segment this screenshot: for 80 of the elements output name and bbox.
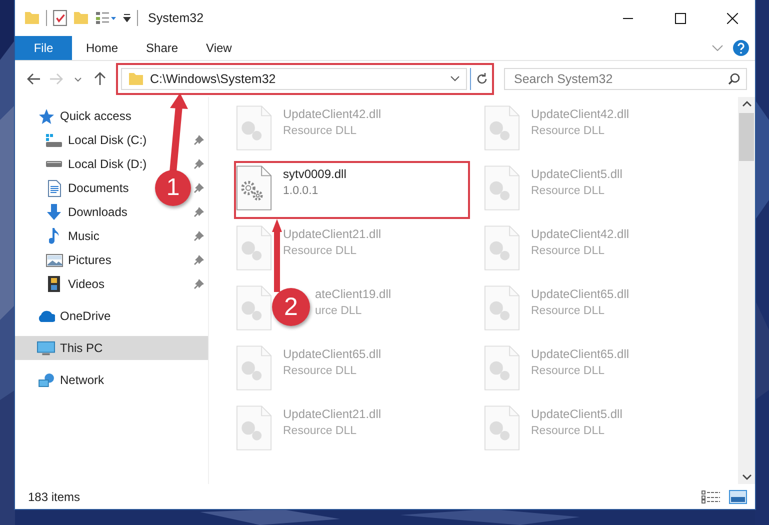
pin-icon[interactable] [194,279,204,289]
file-detail: Resource DLL [531,125,606,137]
nav-item[interactable]: Network [37,373,104,387]
nav-item[interactable]: Local Disk (C:) [45,133,147,147]
nav-item[interactable]: This PC [15,336,208,360]
folder-icon [128,72,144,86]
ribbon-tab[interactable]: Share [132,36,192,60]
document-icon [48,180,60,196]
nav-item[interactable]: Downloads [45,204,128,220]
drive-icon [46,161,62,167]
star-icon [38,108,54,124]
pin-icon[interactable] [194,207,204,217]
file-detail: Resource DLL [531,185,606,197]
chevron-down-icon [74,76,82,82]
file-detail: Resource DLL [283,365,358,377]
refresh-icon [476,73,488,85]
cloud-icon [37,310,55,322]
address-field[interactable]: C:\Windows\System32 [121,68,467,90]
file-icon [484,345,520,391]
window-title: System32 [148,11,205,25]
file-detail: Resource DLL [531,305,606,317]
file-name[interactable]: sytv0009.dll [283,167,346,181]
pin-icon[interactable] [194,231,204,241]
file-icon [484,285,520,331]
file-detail: Resource DLL [531,365,606,377]
file-tab[interactable]: File [15,36,72,60]
close-icon [726,12,738,24]
ribbon-tab[interactable]: View [192,36,246,60]
search-field[interactable]: Search System32 [504,68,747,90]
monitor-icon [37,340,55,356]
forward-arrow-icon [49,73,63,85]
file-icon [236,225,272,271]
file-icon [236,285,272,331]
file-icon [484,105,520,151]
ribbon-tab[interactable]: Home [72,36,132,60]
network-icon [38,373,54,387]
file-icon [484,165,520,211]
nav-item[interactable]: Music [45,228,100,244]
download-icon [47,204,61,220]
nav-item[interactable]: Local Disk (D:) [45,157,147,171]
nav-item[interactable]: Pictures [45,253,112,267]
file-icon [484,225,520,271]
nav-item[interactable]: Videos [45,276,104,292]
file-detail: Resource DLL [531,425,606,437]
music-note-icon [49,228,59,244]
pin-icon[interactable] [194,255,204,265]
drive-icon [46,134,62,146]
pin-icon[interactable] [194,159,204,169]
file-icon [484,405,520,451]
pin-icon[interactable] [194,183,204,193]
search-icon [728,73,740,85]
nav-item[interactable]: OneDrive [37,309,111,323]
chevron-down-icon[interactable] [450,76,460,82]
pin-icon[interactable] [194,135,204,145]
details-view-icon[interactable] [701,490,721,504]
file-detail: Resource DLL [283,425,358,437]
nav-item[interactable]: Documents [45,180,129,196]
up-arrow-icon [94,72,106,86]
scrollbar[interactable] [738,97,755,484]
item-count: 183 items [28,490,80,504]
nav-item[interactable]: Quick access [37,108,132,124]
help-icon[interactable] [733,40,749,56]
file-icon [236,345,272,391]
file-detail: 1.0.0.1 [283,185,320,197]
file-icon [236,405,272,451]
properties-icon[interactable] [95,11,117,25]
caret-icon[interactable] [123,14,131,22]
scroll-thumb[interactable] [739,113,754,161]
maximize-icon [674,12,686,24]
large-icons-view-icon[interactable] [729,490,747,504]
file-detail: Resource DLL [283,125,358,137]
file-icon [236,105,272,151]
film-icon [48,276,60,292]
pictures-icon [46,254,62,266]
file-detail: urce DLL [315,305,363,317]
checklist-icon[interactable] [53,10,67,26]
back-arrow-icon [27,73,41,85]
gear-file-icon [236,165,272,211]
file-detail: Resource DLL [531,245,606,257]
file-detail: Resource DLL [283,245,358,257]
